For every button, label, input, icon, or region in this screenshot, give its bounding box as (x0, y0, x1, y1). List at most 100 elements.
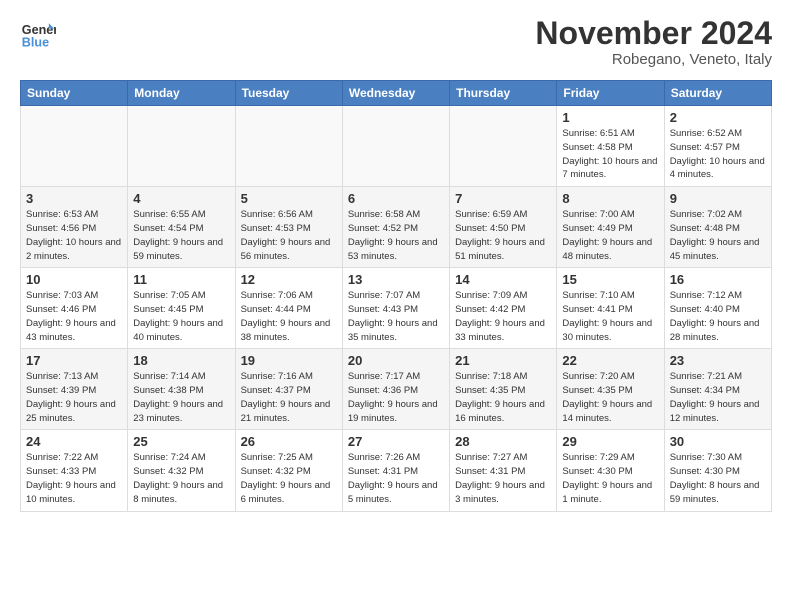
day-number: 25 (133, 434, 229, 449)
calendar-cell: 13 Sunrise: 7:07 AM Sunset: 4:43 PM Dayli… (342, 268, 449, 349)
col-wednesday: Wednesday (342, 81, 449, 106)
day-info: Sunrise: 7:25 AM Sunset: 4:32 PM Dayligh… (241, 451, 337, 506)
calendar-cell: 12 Sunrise: 7:06 AM Sunset: 4:44 PM Dayli… (235, 268, 342, 349)
calendar-cell: 17 Sunrise: 7:13 AM Sunset: 4:39 PM Dayli… (21, 349, 128, 430)
day-info: Sunrise: 7:10 AM Sunset: 4:41 PM Dayligh… (562, 289, 658, 344)
day-number: 4 (133, 191, 229, 206)
page: General Blue November 2024 Robegano, Ven… (0, 0, 792, 522)
day-info: Sunrise: 7:20 AM Sunset: 4:35 PM Dayligh… (562, 370, 658, 425)
day-number: 13 (348, 272, 444, 287)
calendar-cell (450, 106, 557, 187)
day-info: Sunrise: 7:07 AM Sunset: 4:43 PM Dayligh… (348, 289, 444, 344)
header: General Blue November 2024 Robegano, Ven… (20, 16, 772, 68)
day-number: 17 (26, 353, 122, 368)
day-info: Sunrise: 6:56 AM Sunset: 4:53 PM Dayligh… (241, 208, 337, 263)
day-number: 10 (26, 272, 122, 287)
calendar-cell: 29 Sunrise: 7:29 AM Sunset: 4:30 PM Dayli… (557, 430, 664, 511)
svg-text:Blue: Blue (22, 36, 49, 50)
col-thursday: Thursday (450, 81, 557, 106)
calendar-cell: 30Sunrise: 7:30 AM Sunset: 4:30 PM Dayli… (664, 430, 771, 511)
calendar-cell (342, 106, 449, 187)
day-info: Sunrise: 7:06 AM Sunset: 4:44 PM Dayligh… (241, 289, 337, 344)
calendar-cell (21, 106, 128, 187)
calendar-week-5: 24Sunrise: 7:22 AM Sunset: 4:33 PM Dayli… (21, 430, 772, 511)
location-subtitle: Robegano, Veneto, Italy (535, 51, 772, 68)
col-tuesday: Tuesday (235, 81, 342, 106)
day-number: 24 (26, 434, 122, 449)
calendar-cell (128, 106, 235, 187)
calendar-cell: 22 Sunrise: 7:20 AM Sunset: 4:35 PM Dayli… (557, 349, 664, 430)
calendar-header: Sunday Monday Tuesday Wednesday Thursday… (21, 81, 772, 106)
day-info: Sunrise: 7:17 AM Sunset: 4:36 PM Dayligh… (348, 370, 444, 425)
calendar-cell: 16Sunrise: 7:12 AM Sunset: 4:40 PM Dayli… (664, 268, 771, 349)
calendar-cell: 25 Sunrise: 7:24 AM Sunset: 4:32 PM Dayli… (128, 430, 235, 511)
calendar-cell: 18 Sunrise: 7:14 AM Sunset: 4:38 PM Dayli… (128, 349, 235, 430)
day-number: 29 (562, 434, 658, 449)
day-number: 11 (133, 272, 229, 287)
day-info: Sunrise: 7:12 AM Sunset: 4:40 PM Dayligh… (670, 289, 766, 344)
calendar-cell: 3Sunrise: 6:53 AM Sunset: 4:56 PM Daylig… (21, 187, 128, 268)
day-number: 5 (241, 191, 337, 206)
calendar-cell: 4 Sunrise: 6:55 AM Sunset: 4:54 PM Daylig… (128, 187, 235, 268)
calendar-cell (235, 106, 342, 187)
day-number: 28 (455, 434, 551, 449)
calendar-cell: 14Sunrise: 7:09 AM Sunset: 4:42 PM Dayli… (450, 268, 557, 349)
day-info: Sunrise: 7:13 AM Sunset: 4:39 PM Dayligh… (26, 370, 122, 425)
day-info: Sunrise: 6:58 AM Sunset: 4:52 PM Dayligh… (348, 208, 444, 263)
calendar-cell: 9 Sunrise: 7:02 AM Sunset: 4:48 PM Daylig… (664, 187, 771, 268)
calendar-cell: 11 Sunrise: 7:05 AM Sunset: 4:45 PM Dayli… (128, 268, 235, 349)
day-number: 27 (348, 434, 444, 449)
day-info: Sunrise: 7:18 AM Sunset: 4:35 PM Dayligh… (455, 370, 551, 425)
calendar-cell: 20 Sunrise: 7:17 AM Sunset: 4:36 PM Dayli… (342, 349, 449, 430)
day-number: 9 (670, 191, 766, 206)
day-number: 3 (26, 191, 122, 206)
day-info: Sunrise: 7:27 AM Sunset: 4:31 PM Dayligh… (455, 451, 551, 506)
title-area: November 2024 Robegano, Veneto, Italy (535, 16, 772, 68)
col-saturday: Saturday (664, 81, 771, 106)
day-info: Sunrise: 7:05 AM Sunset: 4:45 PM Dayligh… (133, 289, 229, 344)
day-info: Sunrise: 7:16 AM Sunset: 4:37 PM Dayligh… (241, 370, 337, 425)
day-number: 1 (562, 110, 658, 125)
day-info: Sunrise: 7:00 AM Sunset: 4:49 PM Dayligh… (562, 208, 658, 263)
calendar-cell: 1 Sunrise: 6:51 AM Sunset: 4:58 PM Daylig… (557, 106, 664, 187)
day-number: 18 (133, 353, 229, 368)
day-number: 19 (241, 353, 337, 368)
calendar-cell: 28 Sunrise: 7:27 AM Sunset: 4:31 PM Dayli… (450, 430, 557, 511)
logo: General Blue (20, 16, 56, 52)
day-number: 23 (670, 353, 766, 368)
calendar-week-1: 1 Sunrise: 6:51 AM Sunset: 4:58 PM Daylig… (21, 106, 772, 187)
logo-icon: General Blue (20, 16, 56, 52)
calendar-cell: 8 Sunrise: 7:00 AM Sunset: 4:49 PM Daylig… (557, 187, 664, 268)
header-row: Sunday Monday Tuesday Wednesday Thursday… (21, 81, 772, 106)
day-number: 22 (562, 353, 658, 368)
calendar-cell: 24Sunrise: 7:22 AM Sunset: 4:33 PM Dayli… (21, 430, 128, 511)
day-info: Sunrise: 7:03 AM Sunset: 4:46 PM Dayligh… (26, 289, 122, 344)
day-number: 12 (241, 272, 337, 287)
day-number: 20 (348, 353, 444, 368)
day-info: Sunrise: 6:51 AM Sunset: 4:58 PM Dayligh… (562, 127, 658, 182)
day-number: 14 (455, 272, 551, 287)
calendar-cell: 6Sunrise: 6:58 AM Sunset: 4:52 PM Daylig… (342, 187, 449, 268)
day-info: Sunrise: 7:24 AM Sunset: 4:32 PM Dayligh… (133, 451, 229, 506)
day-number: 8 (562, 191, 658, 206)
calendar-cell: 5 Sunrise: 6:56 AM Sunset: 4:53 PM Daylig… (235, 187, 342, 268)
day-number: 26 (241, 434, 337, 449)
calendar-cell: 23 Sunrise: 7:21 AM Sunset: 4:34 PM Dayli… (664, 349, 771, 430)
calendar-cell: 10 Sunrise: 7:03 AM Sunset: 4:46 PM Dayli… (21, 268, 128, 349)
day-info: Sunrise: 7:21 AM Sunset: 4:34 PM Dayligh… (670, 370, 766, 425)
day-number: 30 (670, 434, 766, 449)
calendar-cell: 2Sunrise: 6:52 AM Sunset: 4:57 PM Daylig… (664, 106, 771, 187)
day-info: Sunrise: 7:02 AM Sunset: 4:48 PM Dayligh… (670, 208, 766, 263)
calendar-cell: 26 Sunrise: 7:25 AM Sunset: 4:32 PM Dayli… (235, 430, 342, 511)
day-number: 7 (455, 191, 551, 206)
calendar-cell: 7Sunrise: 6:59 AM Sunset: 4:50 PM Daylig… (450, 187, 557, 268)
calendar-week-2: 3Sunrise: 6:53 AM Sunset: 4:56 PM Daylig… (21, 187, 772, 268)
calendar-cell: 19 Sunrise: 7:16 AM Sunset: 4:37 PM Dayli… (235, 349, 342, 430)
day-number: 2 (670, 110, 766, 125)
month-title: November 2024 (535, 16, 772, 51)
day-info: Sunrise: 6:55 AM Sunset: 4:54 PM Dayligh… (133, 208, 229, 263)
day-info: Sunrise: 7:29 AM Sunset: 4:30 PM Dayligh… (562, 451, 658, 506)
day-info: Sunrise: 7:14 AM Sunset: 4:38 PM Dayligh… (133, 370, 229, 425)
day-number: 15 (562, 272, 658, 287)
day-number: 21 (455, 353, 551, 368)
